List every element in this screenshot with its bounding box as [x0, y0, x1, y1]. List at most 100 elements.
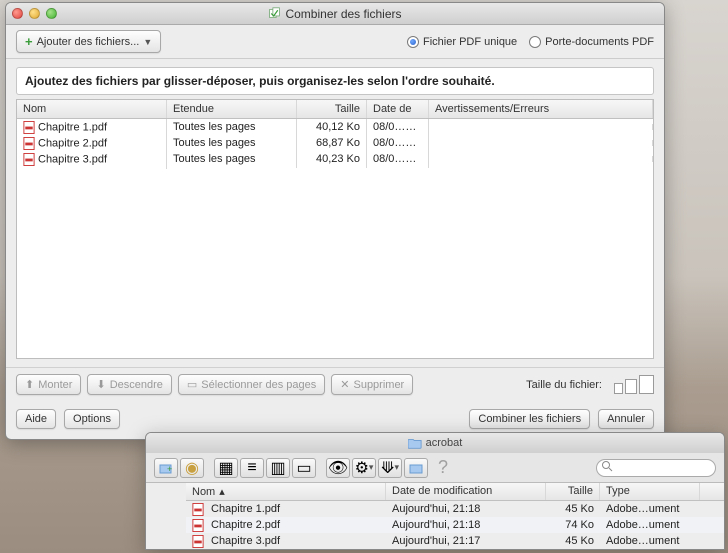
fcell-date: Aujourd'hui, 21:18: [386, 502, 546, 516]
x-icon: ✕: [340, 378, 349, 391]
fcell-type: Adobe…ument: [600, 534, 700, 548]
add-files-button[interactable]: + Ajouter des fichiers... ▼: [16, 30, 161, 53]
fcell-date: Aujourd'hui, 21:18: [386, 518, 546, 532]
finder-body: Chapitre 1.pdfAujourd'hui, 21:1845 KoAdo…: [186, 501, 724, 549]
radio-single-label: Fichier PDF unique: [423, 36, 517, 48]
fcell-type: Adobe…ument: [600, 518, 700, 532]
select-pages-label: Sélectionner des pages: [201, 379, 316, 391]
view-icons-button[interactable]: ▦: [214, 458, 238, 478]
pdf-icon: [192, 503, 204, 516]
plus-icon: +: [25, 34, 33, 49]
folder-icon: [409, 462, 423, 474]
view-columns-button[interactable]: ▥: [266, 458, 290, 478]
delete-button[interactable]: ✕ Supprimer: [331, 374, 413, 395]
radio-single-pdf[interactable]: Fichier PDF unique: [407, 36, 517, 48]
size-medium-icon[interactable]: [625, 379, 637, 394]
combine-icon: [268, 7, 281, 20]
list-item[interactable]: Chapitre 2.pdfAujourd'hui, 21:1874 KoAdo…: [186, 517, 724, 533]
folder-icon: [408, 437, 422, 449]
sort-asc-icon: ▴: [219, 485, 229, 498]
table-row[interactable]: Chapitre 3.pdfToutes les pages40,23 Ko08…: [17, 151, 653, 167]
pdf-icon: [192, 535, 204, 548]
col-nom[interactable]: Nom: [17, 100, 167, 118]
cell-warn: [429, 124, 653, 130]
close-button[interactable]: [12, 8, 23, 19]
col-etendue[interactable]: Etendue: [167, 100, 297, 118]
pdf-icon: [23, 137, 35, 150]
fcell-type: Adobe…ument: [600, 502, 700, 516]
window-title: Combiner des fichiers: [6, 7, 664, 21]
burn-button[interactable]: ◉: [180, 458, 204, 478]
file-table: Nom Etendue Taille Date de Avertissement…: [16, 99, 654, 359]
zoom-button[interactable]: [46, 8, 57, 19]
titlebar[interactable]: Combiner des fichiers: [6, 3, 664, 25]
action-menu-button[interactable]: ⚙▾: [352, 458, 376, 478]
view-list-button[interactable]: ≡: [240, 458, 264, 478]
actions-bar: ⬆ Monter ⬇ Descendre ▭ Sélectionner des …: [6, 367, 664, 401]
minimize-button[interactable]: [29, 8, 40, 19]
dropbox-icon: ⟱: [381, 458, 394, 478]
help-icon[interactable]: ?: [438, 457, 448, 478]
radio-dot-selected: [407, 36, 419, 48]
view-coverflow-button[interactable]: ▭: [292, 458, 316, 478]
pdf-icon: [23, 153, 35, 166]
combine-button[interactable]: Combiner les fichiers: [469, 409, 590, 429]
cell-taille: 40,23 Ko: [297, 150, 367, 168]
col-taille[interactable]: Taille: [297, 100, 367, 118]
quicklook-button[interactable]: 👁: [326, 458, 350, 478]
list-item[interactable]: Chapitre 3.pdfAujourd'hui, 21:1745 KoAdo…: [186, 533, 724, 549]
move-up-label: Monter: [38, 379, 72, 391]
instruction-banner: Ajoutez des fichiers par glisser-déposer…: [16, 67, 654, 95]
delete-label: Supprimer: [353, 379, 404, 391]
cell-warn: [429, 156, 653, 162]
table-header: Nom Etendue Taille Date de Avertissement…: [17, 100, 653, 119]
gear-icon: ⚙: [355, 458, 369, 478]
new-folder-button[interactable]: +: [154, 458, 178, 478]
burn-icon: ◉: [185, 458, 199, 478]
radio-portfolio-pdf[interactable]: Porte-documents PDF: [529, 36, 654, 48]
table-body: Chapitre 1.pdfToutes les pages40,12 Ko08…: [17, 119, 653, 358]
fcell-taille: 45 Ko: [546, 534, 600, 548]
file-size-chooser[interactable]: [614, 375, 654, 394]
finder-toolbar: + ◉ ▦ ≡ ▥ ▭ 👁 ⚙▾ ⟱▾ ?: [146, 453, 724, 483]
fcol-date[interactable]: Date de modification: [386, 483, 546, 500]
cell-nom: Chapitre 3.pdf: [17, 150, 167, 169]
svg-text:+: +: [167, 464, 172, 474]
pdf-icon: [192, 519, 204, 532]
move-up-button[interactable]: ⬆ Monter: [16, 374, 81, 395]
open-folder-button[interactable]: [404, 458, 428, 478]
list-icon: ≡: [247, 459, 256, 477]
cell-date: 08/0…17:39: [367, 150, 429, 168]
help-button[interactable]: Aide: [16, 409, 56, 429]
search-input[interactable]: [596, 459, 716, 477]
fcell-nom: Chapitre 1.pdf: [186, 502, 386, 517]
search-field[interactable]: [596, 458, 716, 477]
finder-header: Nom▴ Date de modification Taille Type: [186, 483, 724, 501]
fcol-type[interactable]: Type: [600, 483, 700, 500]
arrow-down-icon: ⬇: [96, 378, 105, 391]
options-button[interactable]: Options: [64, 409, 120, 429]
chevron-down-icon: ▼: [143, 37, 152, 47]
fcell-taille: 45 Ko: [546, 502, 600, 516]
size-small-icon[interactable]: [614, 383, 623, 394]
cancel-button[interactable]: Annuler: [598, 409, 654, 429]
toolbar: + Ajouter des fichiers... ▼ Fichier PDF …: [6, 25, 664, 59]
file-size-label: Taille du fichier:: [526, 379, 602, 391]
move-down-button[interactable]: ⬇ Descendre: [87, 374, 171, 395]
arrow-up-icon: ⬆: [25, 378, 34, 391]
col-date[interactable]: Date de: [367, 100, 429, 118]
pdf-icon: [23, 121, 35, 134]
output-type-radios: Fichier PDF unique Porte-documents PDF: [407, 36, 654, 48]
fcell-taille: 74 Ko: [546, 518, 600, 532]
search-icon: [601, 460, 613, 472]
list-item[interactable]: Chapitre 1.pdfAujourd'hui, 21:1845 KoAdo…: [186, 501, 724, 517]
fcol-taille[interactable]: Taille: [546, 483, 600, 500]
dropbox-button[interactable]: ⟱▾: [378, 458, 402, 478]
grid-icon: ▦: [218, 458, 233, 478]
fcell-nom: Chapitre 3.pdf: [186, 534, 386, 549]
col-warn[interactable]: Avertissements/Erreurs: [429, 100, 653, 118]
select-pages-button[interactable]: ▭ Sélectionner des pages: [178, 374, 325, 395]
finder-titlebar[interactable]: acrobat: [146, 433, 724, 453]
size-large-icon[interactable]: [639, 375, 654, 394]
fcol-nom[interactable]: Nom▴: [186, 483, 386, 500]
